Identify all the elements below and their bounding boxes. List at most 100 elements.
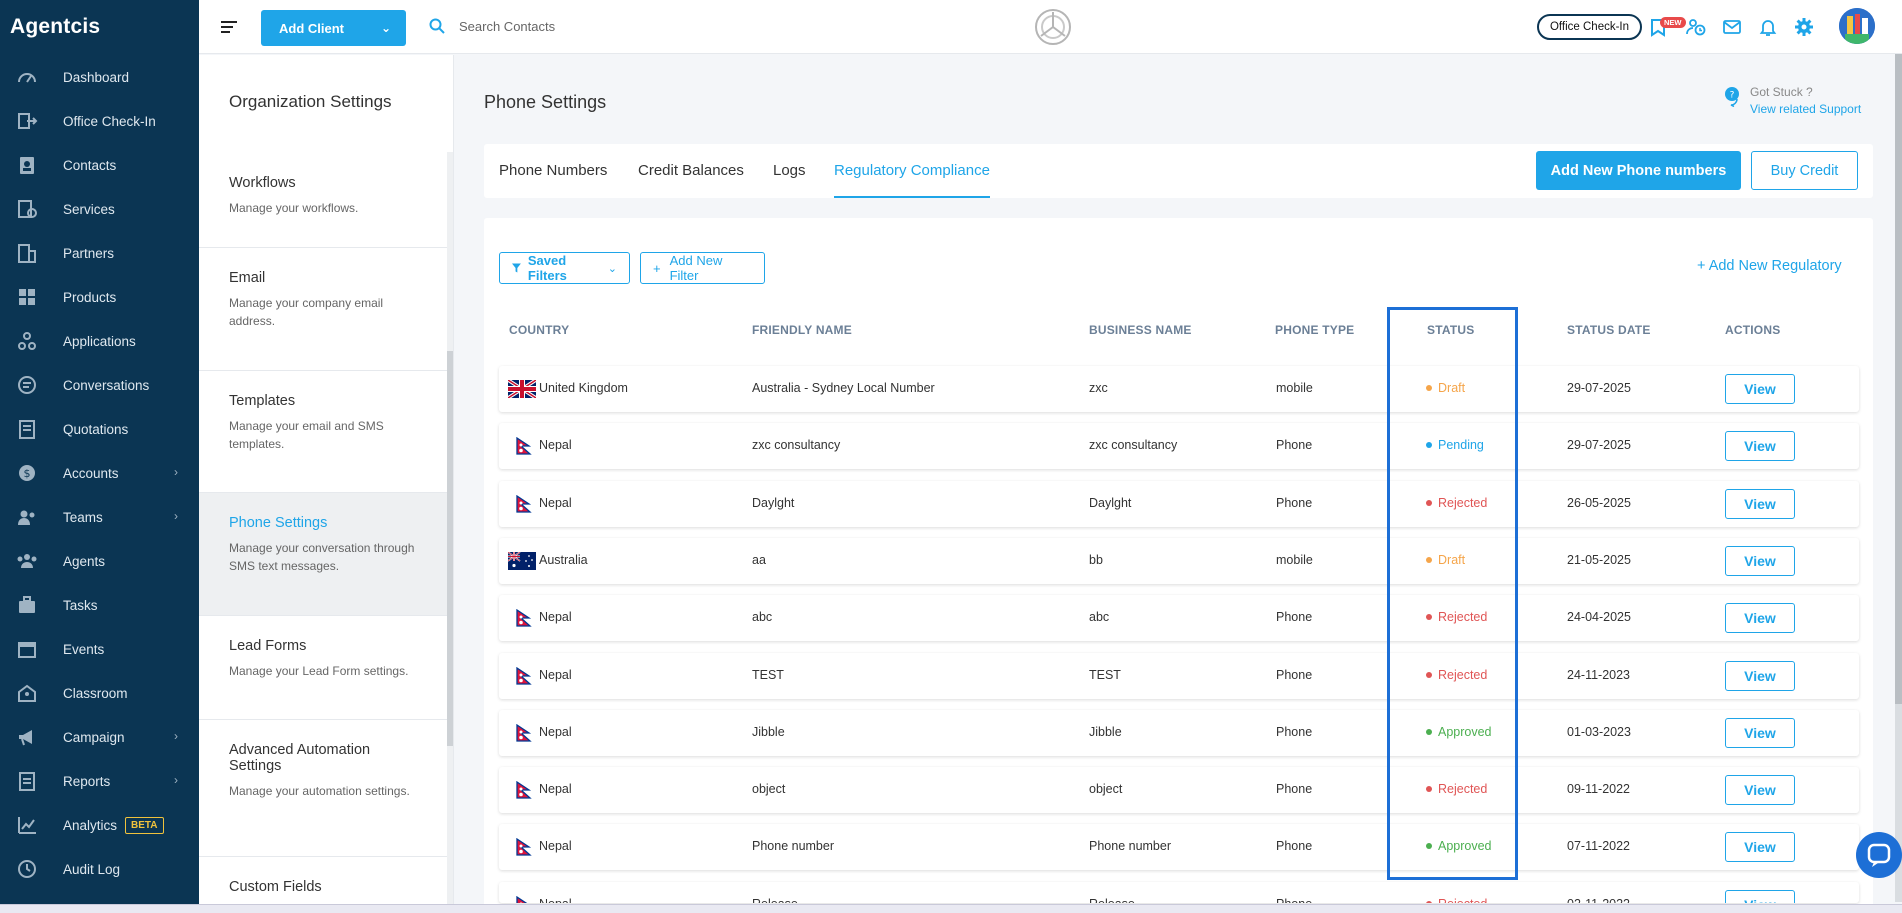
tab-phone-numbers[interactable]: Phone Numbers xyxy=(499,162,607,198)
sidebar-scrollbar-thumb[interactable] xyxy=(1895,54,1902,704)
sidebar-item-reports[interactable]: Reports › xyxy=(0,761,192,801)
view-button[interactable]: View xyxy=(1725,488,1795,519)
setting-item-advanced-automation-settings[interactable]: Advanced Automation Settings Manage your … xyxy=(199,720,447,857)
search-input[interactable] xyxy=(459,14,709,38)
status-text: Rejected xyxy=(1438,667,1488,682)
status-badge: Rejected xyxy=(1426,668,1487,682)
sidebar-item-partners[interactable]: Partners xyxy=(0,233,192,273)
products-icon xyxy=(14,284,40,310)
status-badge: Approved xyxy=(1426,839,1492,853)
status-dot-icon xyxy=(1426,556,1432,563)
conversations-icon xyxy=(14,372,40,398)
tab-logs[interactable]: Logs xyxy=(773,162,806,198)
chat-widget-button[interactable] xyxy=(1856,832,1902,878)
sidebar-item-audit-log[interactable]: Audit Log xyxy=(0,849,192,889)
settings-scrollbar-thumb[interactable] xyxy=(447,351,453,746)
user-avatar[interactable] xyxy=(1839,8,1875,44)
setting-desc: Manage your Lead Form settings. xyxy=(229,664,409,678)
cell-business-name: zxc xyxy=(1089,381,1108,395)
office-checkin-button[interactable]: Office Check-In xyxy=(1537,14,1642,40)
setting-item-workflows[interactable]: Workflows Manage your workflows. xyxy=(199,98,447,248)
sidebar-item-classroom[interactable]: Classroom xyxy=(0,673,192,713)
cell-business-name: Jibble xyxy=(1089,724,1122,739)
setting-item-email[interactable]: Email Manage your company email address. xyxy=(199,248,447,371)
sidebar-item-label: Services xyxy=(63,201,115,217)
flag-np-icon xyxy=(516,609,532,627)
sidebar-item-accounts[interactable]: $ Accounts › xyxy=(0,453,192,493)
sidebar-item-agents[interactable]: Agents xyxy=(0,541,192,581)
saved-filters-button[interactable]: Saved Filters ⌄ xyxy=(499,252,630,284)
sidebar-item-label: Analytics xyxy=(63,817,118,833)
menu-icon[interactable] xyxy=(221,19,237,35)
svg-text:$: $ xyxy=(24,467,31,480)
cell-business-name: Phone number xyxy=(1089,839,1172,854)
table-row: Nepal Daylght Daylght Phone 26-05-2025 Reject… xyxy=(499,480,1859,527)
chevron-right-icon[interactable]: › xyxy=(174,509,178,523)
tab-credit-balances[interactable]: Credit Balances xyxy=(638,162,744,198)
sidebar-item-label: Tasks xyxy=(63,597,98,613)
header-country: COUNTRY xyxy=(509,323,570,337)
brand-logo[interactable]: Agentcis xyxy=(0,0,199,54)
add-new-regulatory-link[interactable]: + Add New Regulatory xyxy=(1697,258,1842,274)
sidebar-item-quotations[interactable]: Quotations xyxy=(0,409,192,449)
flag-np-icon xyxy=(516,838,532,857)
view-button[interactable]: View xyxy=(1725,889,1795,903)
cell-phone-type: Phone xyxy=(1276,897,1312,903)
cell-friendly-name: object xyxy=(752,782,786,797)
view-button[interactable]: View xyxy=(1725,374,1795,404)
view-button[interactable]: View xyxy=(1725,775,1795,806)
sidebar-item-tasks[interactable]: Tasks xyxy=(0,585,192,625)
bell-icon[interactable] xyxy=(1758,17,1778,37)
sidebar-item-label: Accounts xyxy=(63,465,119,481)
sidebar-item-teams[interactable]: Teams › xyxy=(0,497,192,537)
analytics-icon xyxy=(14,812,40,838)
tab-regulatory-compliance[interactable]: Regulatory Compliance xyxy=(834,162,990,198)
view-button[interactable]: View xyxy=(1725,545,1795,576)
top-bar: Add Client ⌄ Office Check-In NEW xyxy=(199,0,1902,54)
view-button[interactable]: View xyxy=(1725,431,1795,462)
sidebar-item-applications[interactable]: Applications xyxy=(0,321,192,361)
status-badge: Pending xyxy=(1426,438,1484,452)
chevron-right-icon[interactable]: › xyxy=(174,729,178,743)
header-phone-type: PHONE TYPE xyxy=(1275,323,1355,337)
mail-icon[interactable] xyxy=(1722,17,1742,37)
view-support-link[interactable]: View related Support xyxy=(1750,102,1861,116)
add-client-button[interactable]: Add Client ⌄ xyxy=(261,10,406,46)
sidebar-item-services[interactable]: Services xyxy=(0,189,192,229)
chevron-down-icon[interactable]: ⌄ xyxy=(366,21,406,35)
sidebar-item-label: Products xyxy=(63,289,117,305)
status-badge: Approved xyxy=(1426,725,1492,739)
cell-business-name: Release xyxy=(1089,897,1135,903)
setting-item-lead-forms[interactable]: Lead Forms Manage your Lead Form settings… xyxy=(199,616,447,720)
view-button[interactable]: View xyxy=(1725,717,1795,748)
users-clock-icon[interactable] xyxy=(1686,17,1706,37)
gear-icon[interactable] xyxy=(1794,17,1814,37)
sidebar-item-analytics[interactable]: Analytics BETA xyxy=(0,805,192,845)
cell-friendly-name: Australia - Sydney Local Number xyxy=(752,381,935,395)
setting-item-phone-settings[interactable]: Phone Settings Manage your conversation t… xyxy=(199,493,447,616)
setting-item-templates[interactable]: Templates Manage your email and SMS templ… xyxy=(199,371,447,493)
sidebar-item-conversations[interactable]: Conversations xyxy=(0,365,192,405)
view-button[interactable]: View xyxy=(1725,603,1795,634)
add-new-phone-numbers-button[interactable]: Add New Phone numbers xyxy=(1536,151,1741,190)
chevron-right-icon[interactable]: › xyxy=(174,773,178,787)
chat-icon xyxy=(1867,843,1891,867)
sidebar-item-products[interactable]: Products xyxy=(0,277,192,317)
view-button[interactable]: View xyxy=(1725,832,1795,863)
sidebar-item-events[interactable]: Events xyxy=(0,629,192,669)
sidebar-item-label: Audit Log xyxy=(63,861,121,877)
buy-credit-button[interactable]: Buy Credit xyxy=(1751,151,1858,190)
sidebar-item-contacts[interactable]: Contacts xyxy=(0,145,192,185)
add-new-filter-button[interactable]: + Add New Filter xyxy=(640,252,765,284)
cell-status-date: 29-07-2025 xyxy=(1567,381,1631,395)
view-button[interactable]: View xyxy=(1725,660,1795,691)
chevron-right-icon[interactable]: › xyxy=(174,465,178,479)
sidebar-item-campaign[interactable]: Campaign › xyxy=(0,717,192,757)
flag-np-icon xyxy=(516,895,528,903)
sidebar-item-label: Agents xyxy=(63,553,106,569)
sidebar-item-office-check-in[interactable]: Office Check-In xyxy=(0,101,192,141)
classroom-icon xyxy=(14,680,40,706)
status-badge: Rejected xyxy=(1426,782,1487,796)
cell-phone-type: Phone xyxy=(1276,724,1313,739)
sidebar-item-dashboard[interactable]: Dashboard xyxy=(0,57,192,97)
